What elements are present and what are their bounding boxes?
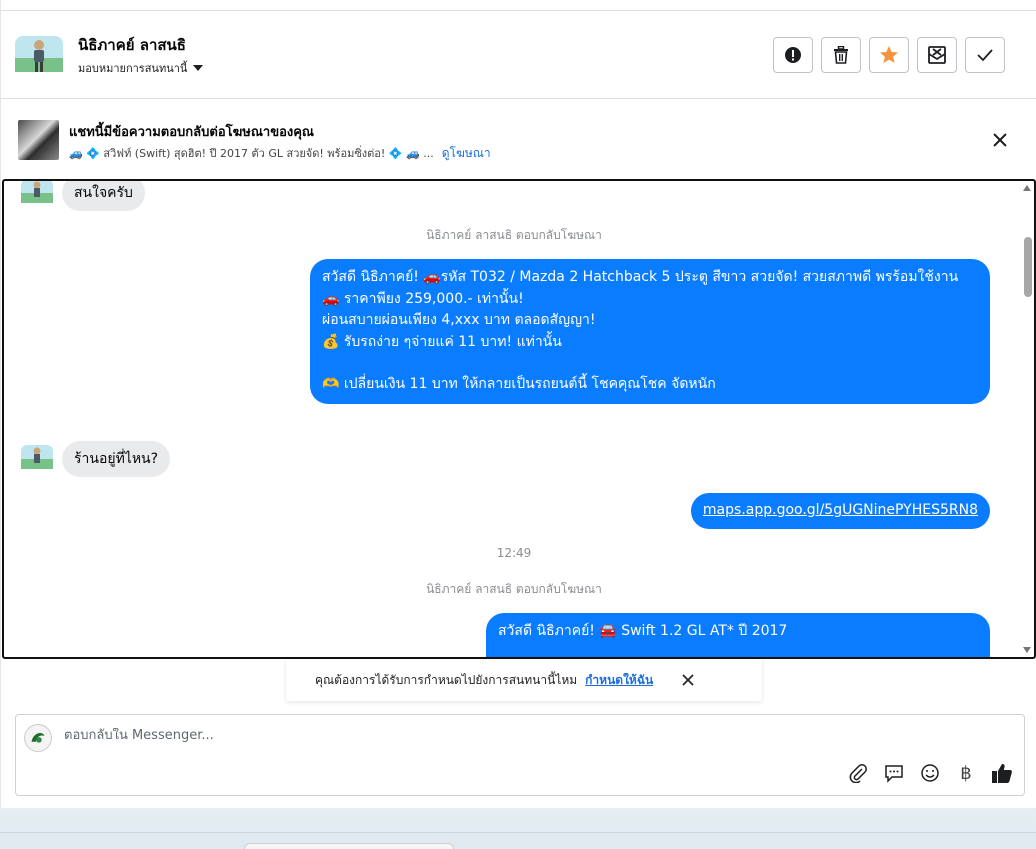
taskbar-item[interactable] — [244, 843, 454, 849]
header-actions — [773, 37, 1005, 73]
conversation-header: นิธิภาคย์ ลาสนธิ มอบหมายการสนทนานี้ — [1, 11, 1036, 99]
ad-text: 🚙 💠 สวิฟท์ (Swift) สุดฮิต! ปี 2017 ตัว G… — [69, 147, 434, 160]
message-input[interactable] — [64, 728, 964, 743]
report-button[interactable] — [773, 37, 813, 73]
mark-done-button[interactable] — [965, 37, 1005, 73]
envelope-x-icon — [928, 46, 946, 64]
ad-reply-notice: นิธิภาคย์ ลาสนธิ ตอบกลับโฆษณา — [426, 582, 602, 596]
taskbar-divider — [0, 832, 1036, 833]
map-link[interactable]: maps.app.goo.gl/5gUGNinePYHES5RN8 — [703, 502, 978, 518]
message-line: สวัสดี นิธิภาคย์! 🚘 Swift 1.2 GL AT* ปี … — [498, 623, 788, 639]
contact-avatar[interactable] — [15, 36, 63, 72]
exclamation-icon — [785, 47, 801, 63]
ad-banner-subtitle: 🚙 💠 สวิฟท์ (Swift) สุดฮิต! ปี 2017 ตัว G… — [69, 144, 491, 163]
message-line: ผ่อนสบายผ่อนเพียง 4,xxx บาท ตลอดสัญญา! — [322, 312, 596, 328]
mark-unread-button[interactable] — [917, 37, 957, 73]
reply-composer: ฿ — [15, 714, 1025, 796]
incoming-message: ร้านอยู่ที่ไหน? — [62, 441, 171, 477]
star-icon — [880, 46, 898, 63]
paperclip-icon — [849, 764, 867, 783]
message-timestamp: 12:49 — [496, 546, 532, 560]
scroll-down-arrow-icon[interactable] — [1023, 647, 1031, 653]
caret-down-icon — [193, 65, 204, 71]
ad-banner-title: แชทนี้มีข้อความตอบกลับต่อโฆษณาของคุณ — [69, 125, 314, 140]
saved-replies-button[interactable] — [882, 761, 906, 785]
outgoing-message: สวัสดี นิธิภาคย์! 🚗รหัส T032 / Mazda 2 H… — [310, 259, 990, 404]
assign-label: มอบหมายการสนทนานี้ — [78, 62, 188, 75]
ad-thumbnail[interactable] — [18, 120, 59, 160]
composer-tools: ฿ — [846, 761, 1014, 785]
contact-avatar-small — [21, 181, 53, 203]
payment-button[interactable]: ฿ — [954, 761, 978, 785]
delete-button[interactable] — [821, 37, 861, 73]
outgoing-message: สวัสดี นิธิภาคย์! 🚘 Swift 1.2 GL AT* ปี … — [486, 613, 990, 657]
star-button[interactable] — [869, 37, 909, 73]
assign-to-me-link[interactable]: กำหนดให้ฉัน — [585, 671, 653, 690]
scroll-up-arrow-icon[interactable] — [1023, 185, 1031, 191]
ad-reply-notice: นิธิภาคย์ ลาสนธิ ตอบกลับโฆษณา — [426, 228, 602, 242]
baht-icon: ฿ — [960, 762, 972, 784]
emoji-button[interactable] — [918, 761, 942, 785]
close-icon[interactable] — [681, 673, 695, 687]
outgoing-link-message: maps.app.goo.gl/5gUGNinePYHES5RN8 — [690, 493, 990, 529]
view-ad-link[interactable]: ดูโฆษณา — [442, 144, 491, 163]
ad-reply-banner: แชทนี้มีข้อความตอบกลับต่อโฆษณาของคุณ 🚙 💠… — [1, 100, 1036, 178]
thumbs-up-icon — [992, 764, 1012, 783]
message-line: 🚗 ราคาพียง 259,000.- เท่านั้น! — [322, 290, 524, 307]
scrollbar-thumb[interactable] — [1024, 237, 1032, 297]
inbox-conversation-panel: นิธิภาคย์ ลาสนธิ มอบหมายการสนทนานี้ แชทน… — [0, 0, 1036, 808]
contact-avatar-small — [21, 445, 53, 469]
message-line: สวัสดี นิธิภาคย์! 🚗รหัส T032 / Mazda 2 H… — [322, 269, 959, 285]
incoming-message: สนใจครับ — [62, 181, 145, 211]
message-line: 💰 รับรถง่าย ๆจ่ายแค่ 11 บาท! แท่านั้น — [322, 333, 562, 350]
assign-conversation-dropdown[interactable]: มอบหมายการสนทนานี้ — [78, 59, 204, 77]
page-avatar — [24, 724, 52, 752]
check-icon — [977, 49, 993, 62]
like-button[interactable] — [990, 761, 1014, 785]
scrollbar[interactable] — [1020, 181, 1034, 657]
desktop-background — [0, 808, 1036, 849]
trash-icon — [834, 46, 848, 64]
contact-name[interactable]: นิธิภาคย์ ลาสนธิ — [78, 33, 186, 57]
message-line: 🫶 เปลี่ยนเงิน 11 บาท ให้กลายเป็นรถยนต์นี… — [322, 376, 716, 392]
saved-reply-icon — [885, 765, 903, 783]
assign-prompt-text: คุณต้องการได้รับการกำหนดไปยังการสนทนานี้… — [315, 672, 578, 687]
emoji-icon — [921, 764, 939, 782]
close-icon[interactable] — [991, 131, 1009, 149]
message-thread[interactable]: สนใจครับ นิธิภาคย์ ลาสนธิ ตอบกลับโฆษณา ส… — [2, 179, 1036, 659]
attach-button[interactable] — [846, 761, 870, 785]
assign-prompt: คุณต้องการได้รับการกำหนดไปยังการสนทนานี้… — [286, 659, 762, 701]
